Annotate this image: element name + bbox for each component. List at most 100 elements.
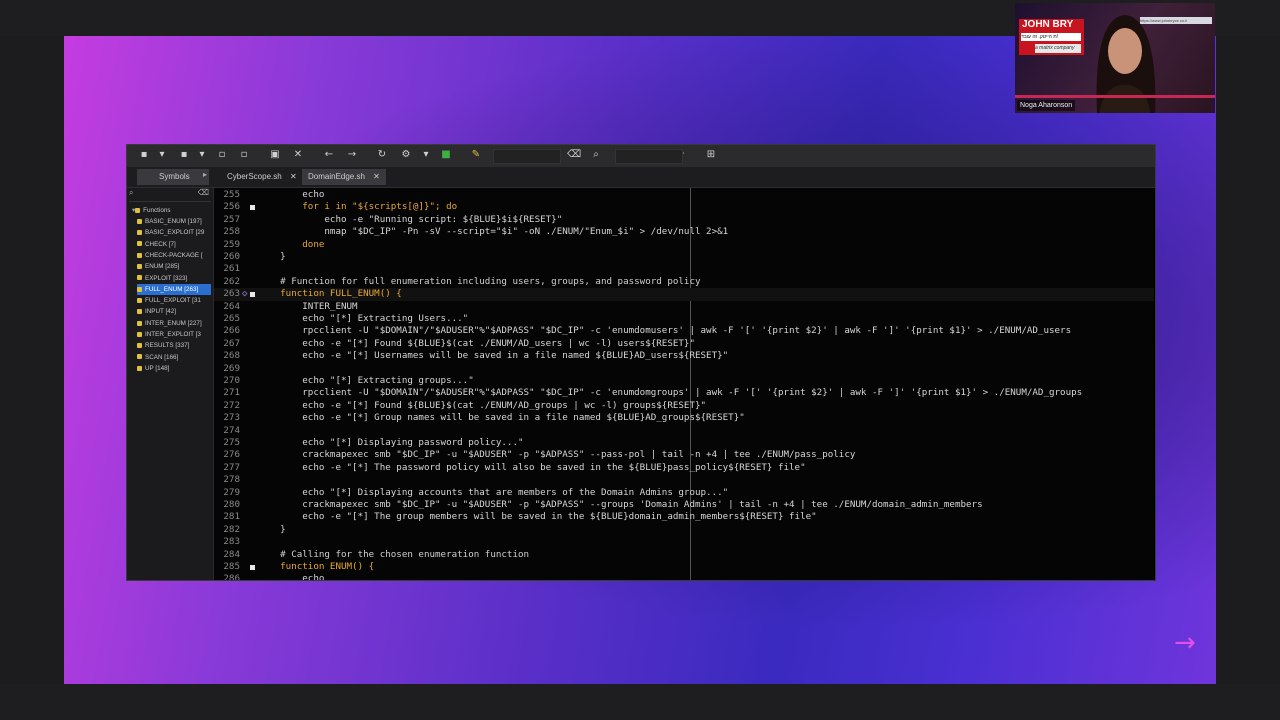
sidebar-function-item[interactable]: ENUM [285] xyxy=(137,261,211,272)
code-line[interactable]: 268 echo -e "[*] Usernames will be saved… xyxy=(214,350,1154,362)
color-picker-icon[interactable]: ✎ xyxy=(469,148,483,162)
sidebar-function-item[interactable]: INTER_EXPLOIT [3 xyxy=(137,329,211,340)
code-line[interactable]: 273 echo -e "[*] Group names will be sav… xyxy=(214,412,1154,424)
fold-marker-icon[interactable] xyxy=(250,205,255,211)
code-line[interactable]: 282 } xyxy=(214,524,1154,536)
code-line[interactable]: 281 echo -e "[*] The group members will … xyxy=(214,511,1154,523)
code-line[interactable]: 255 echo xyxy=(214,189,1154,201)
code-line[interactable]: 272 echo -e "[*] Found ${BLUE}$(cat ./EN… xyxy=(214,400,1154,412)
tab-cyberscope[interactable]: CyberScope.sh ✕ xyxy=(221,169,303,185)
code-line[interactable]: 278 xyxy=(214,474,1154,486)
line-number: 270 xyxy=(223,375,240,386)
settings-icon[interactable]: ⚙ xyxy=(399,148,413,162)
sidebar-function-item[interactable]: CHECK-PACKAGE [ xyxy=(137,250,211,261)
symbol-search-field[interactable]: ⌕ ⌫ xyxy=(129,188,211,202)
code-line[interactable]: 277 echo -e "[*] The password policy wil… xyxy=(214,462,1154,474)
sidebar-function-item[interactable]: FULL_ENUM [263] xyxy=(137,283,211,295)
function-icon xyxy=(137,331,142,337)
sidebar-function-item[interactable]: CHECK [7] xyxy=(137,239,211,250)
dropdown-icon[interactable]: ▾ xyxy=(155,148,169,162)
forward-icon[interactable]: → xyxy=(345,148,359,162)
save-all-icon[interactable]: ▫ xyxy=(215,148,229,162)
code-line[interactable]: 256 for i in "${scripts[@]}"; do xyxy=(214,201,1154,213)
function-icon xyxy=(137,297,142,303)
run-icon[interactable]: ■ xyxy=(439,148,453,162)
code-line[interactable]: 286 echo xyxy=(214,573,1154,580)
code-line[interactable]: 262 # Function for full enumeration incl… xyxy=(214,276,1154,288)
code-line[interactable]: 284 # Calling for the chosen enumeration… xyxy=(214,549,1154,561)
code-line[interactable]: 259 done xyxy=(214,239,1154,251)
code-line[interactable]: 266 rpcclient -U "$DOMAIN"/"$ADUSER"%"$A… xyxy=(214,325,1154,337)
code-line[interactable]: 264 INTER_ENUM xyxy=(214,301,1154,313)
close-tab-icon[interactable]: ✕ xyxy=(290,172,297,181)
sidebar-function-label: CHECK [7] xyxy=(145,240,176,248)
back-icon[interactable]: ← xyxy=(322,148,336,162)
sidebar-function-label: RESULTS [337] xyxy=(145,342,190,350)
close-icon[interactable]: ✕ xyxy=(291,148,305,162)
code-line[interactable]: 269 xyxy=(214,363,1154,375)
panel-arrow-icon[interactable]: ▸ xyxy=(203,170,207,179)
code-line[interactable]: 274 xyxy=(214,425,1154,437)
bottom-letterbox xyxy=(0,684,1280,720)
revert-icon[interactable]: ▣ xyxy=(268,148,282,162)
close-all-icon[interactable]: ▫ xyxy=(237,148,251,162)
code-line[interactable]: 265 echo "[*] Extracting Users..." xyxy=(214,313,1154,325)
code-line[interactable]: 270 echo "[*] Extracting groups..." xyxy=(214,375,1154,387)
participant-name: Noga Aharonson xyxy=(1017,100,1076,111)
code-line[interactable]: 279 echo "[*] Displaying accounts that a… xyxy=(214,487,1154,499)
code-line[interactable]: 285 function ENUM() { xyxy=(214,561,1154,573)
clear-icon[interactable]: ⌫ xyxy=(198,188,209,197)
search-icon[interactable]: ⌕ xyxy=(589,148,603,162)
toolbar: ▪▾▪▾▫▫▣✕←→↻⚙▾■✎⌫⌕⌫↷⊞ xyxy=(127,145,1155,167)
line-number: 274 xyxy=(223,424,240,436)
fold-marker-icon[interactable] xyxy=(250,565,255,570)
sidebar-function-item[interactable]: FULL_EXPLOIT [31 xyxy=(137,295,211,306)
sidebar-function-item[interactable]: INPUT [42] xyxy=(137,306,211,317)
code-line[interactable]: 275 echo "[*] Displaying password policy… xyxy=(214,437,1154,449)
banner-subtitle: ת הייטק. זה עובד! xyxy=(1021,33,1081,41)
function-icon xyxy=(137,218,142,224)
current-line-marker-icon: ◇ xyxy=(242,289,248,300)
code-line[interactable]: 280 crackmapexec smb "$DC_IP" -u "$ADUSE… xyxy=(214,499,1154,511)
dropdown-icon[interactable]: ▾ xyxy=(195,148,209,162)
code-line[interactable]: 263 function FULL_ENUM() {◇ xyxy=(214,288,1154,301)
sidebar-function-item[interactable]: SCAN [166] xyxy=(137,352,211,363)
sidebar-function-item[interactable]: BASIC_EXPLOIT [29 xyxy=(137,227,211,238)
code-line[interactable]: 283 xyxy=(214,536,1154,548)
reload-icon[interactable]: ↻ xyxy=(375,148,389,162)
sidebar-function-item[interactable]: UP [148] xyxy=(137,363,211,374)
sidebar-function-item[interactable]: INTER_ENUM [227] xyxy=(137,318,211,329)
code-text: rpcclient -U "$DOMAIN"/"$ADUSER"%"$ADPAS… xyxy=(258,387,1083,399)
code-line[interactable]: 261 xyxy=(214,263,1154,275)
line-number: 257 xyxy=(223,213,240,225)
dropdown-icon[interactable]: ▾ xyxy=(419,148,433,162)
code-line[interactable]: 271 rpcclient -U "$DOMAIN"/"$ADUSER"%"$A… xyxy=(214,387,1154,399)
code-text: echo -e "Running script: ${BLUE}$i${RESE… xyxy=(258,213,563,225)
toolbar-goto-field[interactable] xyxy=(615,149,683,164)
code-editor[interactable]: 255 echo 256 for i in "${scripts[@]}"; do… xyxy=(214,188,1154,580)
code-text: # Calling for the chosen enumeration fun… xyxy=(258,548,530,560)
tab-symbols[interactable]: Symbols xyxy=(137,169,209,185)
tab-domainedge-label: DomainEdge.sh xyxy=(308,172,365,181)
tree-root-functions[interactable]: ▾ Functions xyxy=(132,205,206,216)
line-number: 268 xyxy=(223,350,240,362)
code-line[interactable]: 276 crackmapexec smb "$DC_IP" -u "$ADUSE… xyxy=(214,449,1154,461)
clear-icon[interactable]: ⌫ xyxy=(567,148,581,162)
code-line[interactable]: 267 echo -e "[*] Found ${BLUE}$(cat ./EN… xyxy=(214,338,1154,350)
code-line[interactable]: 257 echo -e "Running script: ${BLUE}$i${… xyxy=(214,214,1154,226)
new-file-icon[interactable]: ▪ xyxy=(137,148,151,162)
code-line[interactable]: 260 } xyxy=(214,251,1154,263)
sidebar-function-item[interactable]: EXPLOIT [323] xyxy=(137,273,211,284)
tab-domainedge[interactable]: DomainEdge.sh ✕ xyxy=(302,169,386,185)
next-slide-arrow-icon[interactable]: → xyxy=(1174,628,1196,658)
sidebar-function-item[interactable]: BASIC_ENUM [197] xyxy=(137,216,211,227)
sidebar-function-item[interactable]: RESULTS [337] xyxy=(137,340,211,351)
fold-marker-icon[interactable] xyxy=(250,292,255,298)
code-line[interactable]: 258 nmap "$DC_IP" -Pn -sV --script="$i" … xyxy=(214,226,1154,238)
line-number: 280 xyxy=(223,499,240,510)
sidebar-function-label: UP [148] xyxy=(145,364,170,372)
close-tab-icon[interactable]: ✕ xyxy=(373,172,380,181)
toolbar-search-field[interactable] xyxy=(493,149,561,164)
save-icon[interactable]: ▪ xyxy=(177,148,191,162)
preferences-icon[interactable]: ⊞ xyxy=(704,148,718,162)
